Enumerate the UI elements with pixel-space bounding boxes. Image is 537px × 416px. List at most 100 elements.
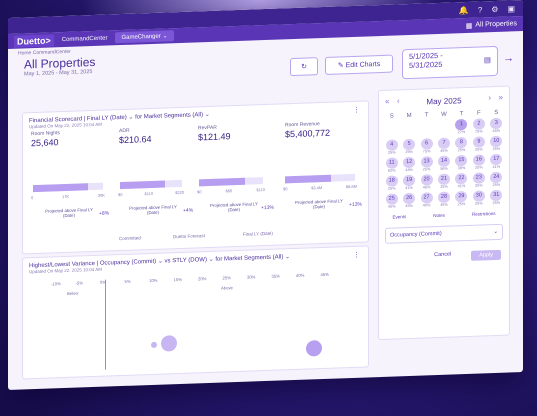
calendar-day[interactable]: 31 25%	[488, 189, 505, 208]
dow-label: W	[441, 111, 447, 118]
calendar-day[interactable]: 29 25%	[453, 190, 470, 209]
calendar-day[interactable]: 15 38%	[453, 154, 470, 173]
property-selector[interactable]: ▦ All Properties	[465, 20, 517, 30]
next-year-icon[interactable]: »	[499, 93, 503, 102]
prev-year-icon[interactable]: «	[385, 97, 389, 106]
projection-adr: Projected above Final LY (Date)	[129, 204, 177, 216]
arrow-right-icon[interactable]: →	[503, 52, 514, 64]
calendar-icon: ▤	[483, 55, 491, 65]
calendar-day[interactable]: 4 25%	[383, 139, 400, 157]
prev-month-icon[interactable]: ‹	[397, 96, 400, 105]
calendar-day[interactable]: 16 25%	[470, 154, 487, 172]
edit-charts-button[interactable]: ✎ Edit Charts	[325, 54, 393, 75]
calendar-day[interactable]: 3 45%	[488, 117, 505, 136]
calendar-day	[418, 120, 435, 138]
day-occupancy: 45%	[492, 128, 501, 134]
calendar-day[interactable]: 28 45%	[435, 191, 452, 209]
metric-adr: ADR $210.64	[119, 127, 152, 146]
calendar-day[interactable]: 17 41%	[488, 153, 505, 172]
calendar-tabs: Events Notes Restrictions	[379, 211, 509, 221]
calendar-day[interactable]: 24 25%	[488, 171, 505, 190]
day-occupancy: 45%	[387, 204, 396, 209]
day-number: 23	[472, 172, 485, 184]
day-number: 7	[437, 137, 450, 149]
calendar-day[interactable]: 9 25%	[470, 136, 487, 154]
calendar-day[interactable]: 26 45%	[400, 192, 417, 211]
gear-icon[interactable]: ⚙	[491, 4, 498, 13]
building-icon: ▦	[465, 22, 473, 30]
variance-tick: 5%	[124, 278, 131, 284]
variance-tick: -10%	[51, 281, 61, 287]
day-occupancy: 25%	[457, 148, 466, 153]
calendar-day	[383, 121, 400, 139]
tab-restrictions[interactable]: Restrictions	[472, 211, 496, 217]
refresh-button[interactable]: ↻	[290, 57, 318, 77]
chat-icon[interactable]: ▣	[507, 4, 515, 13]
variance-tick: 35%	[271, 273, 280, 279]
variance-tick: 45%	[320, 271, 329, 278]
day-number: 5	[403, 138, 416, 151]
tab-notes[interactable]: Notes	[433, 213, 445, 218]
logo: Duetto>	[14, 33, 54, 48]
calendar-day[interactable]: 10 25%	[488, 135, 505, 154]
day-occupancy: 44%	[405, 167, 413, 173]
calendar-day[interactable]: 21 25%	[435, 173, 452, 191]
day-occupancy: 45%	[405, 203, 413, 209]
calendar-day[interactable]: 12 44%	[400, 156, 417, 175]
day-number: 18	[385, 175, 398, 187]
variance-bubble[interactable]	[161, 335, 177, 352]
calendar-day[interactable]: 23 25%	[470, 172, 487, 190]
calendar-day[interactable]: 6 75%	[418, 138, 435, 156]
day-number: 21	[437, 173, 450, 185]
calendar-day[interactable]: 11 62%	[383, 157, 400, 175]
more-icon[interactable]: ⋮	[353, 251, 360, 259]
bar-committed-adr	[120, 180, 165, 190]
day-occupancy: 25%	[405, 149, 413, 155]
day-occupancy: 25%	[492, 146, 501, 152]
day-number: 27	[420, 192, 433, 204]
bell-icon[interactable]: 🔔	[459, 5, 469, 14]
variance-card: Highest/Lowest Variance | Occupancy (Com…	[22, 245, 369, 380]
occupancy-select[interactable]: Occupancy (Commit) ⌄	[385, 223, 503, 244]
calendar-day[interactable]: 7 45%	[435, 137, 452, 155]
calendar-day[interactable]: 30 25%	[470, 190, 487, 208]
page-dates: May 1, 2025 - May 31, 2025	[24, 69, 93, 78]
day-occupancy: 25%	[387, 186, 396, 191]
calendar-day[interactable]: 22 41%	[453, 172, 470, 191]
calendar-day[interactable]: 1 27%	[453, 118, 470, 137]
day-number: 25	[385, 193, 398, 205]
day-occupancy: 45%	[440, 148, 448, 153]
day-occupancy: 25%	[475, 183, 483, 188]
day-occupancy: 75%	[475, 129, 483, 134]
calendar-day[interactable]: 13 25%	[418, 156, 435, 174]
next-month-icon[interactable]: ›	[488, 93, 491, 102]
variance-bubble[interactable]	[306, 340, 322, 357]
day-occupancy: 27%	[457, 130, 466, 135]
calendar-day[interactable]: 14 58%	[435, 155, 452, 173]
product-name[interactable]: CommandCenter	[62, 35, 108, 43]
day-number: 9	[472, 136, 485, 148]
more-icon[interactable]: ⋮	[353, 106, 360, 114]
day-occupancy: 45%	[440, 202, 448, 207]
cancel-button[interactable]: Cancel	[434, 252, 451, 263]
calendar-day[interactable]: 19 41%	[400, 174, 417, 193]
help-icon[interactable]: ?	[478, 5, 482, 14]
projection-revpar: Projected above Final LY (Date)	[210, 201, 258, 213]
tab-events[interactable]: Events	[392, 214, 406, 219]
metric-room-revenue: Room Revenue $5,400,772	[285, 121, 331, 140]
calendar-day[interactable]: 20 46%	[418, 174, 435, 192]
calendar-day[interactable]: 25 45%	[383, 193, 400, 211]
refresh-icon: ↻	[301, 63, 307, 71]
calendar-day[interactable]: 8 25%	[453, 136, 470, 155]
calendar-day[interactable]: 18 25%	[383, 175, 400, 193]
nav-tab-gamechanger[interactable]: GameChanger ⌄	[115, 30, 174, 44]
calendar-day[interactable]: 27 40%	[418, 192, 435, 210]
calendar-day[interactable]: 5 25%	[400, 138, 417, 157]
date-range-picker[interactable]: 5/1/2025 - 5/31/2025 ▤	[402, 45, 498, 80]
variance-bubble[interactable]	[151, 341, 157, 349]
dow-label: M	[406, 112, 412, 120]
day-number: 1	[455, 118, 468, 131]
chevron-down-icon: ⌄	[493, 228, 498, 236]
calendar-day[interactable]: 2 75%	[470, 118, 487, 136]
apply-button[interactable]: Apply	[471, 249, 501, 261]
